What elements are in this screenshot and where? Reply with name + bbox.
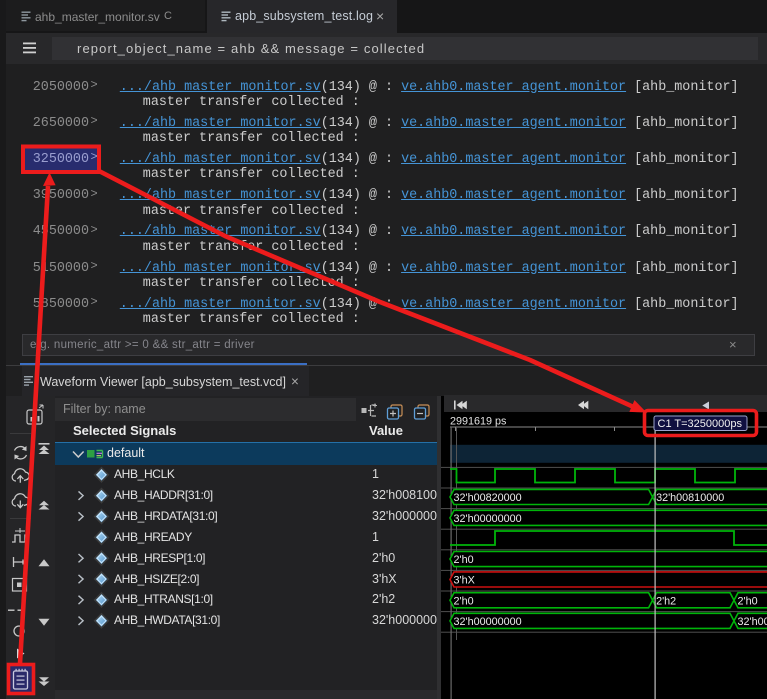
- svg-text:C1 T=3250000ps: C1 T=3250000ps: [658, 418, 743, 430]
- svg-text:32'h00810000: 32'h00810000: [656, 492, 724, 504]
- svg-text:2'h0: 2'h0: [738, 595, 758, 607]
- svg-text:32'h00: 32'h00: [738, 616, 767, 628]
- svg-text:2'h0: 2'h0: [454, 554, 474, 566]
- svg-text:32'h00000000: 32'h00000000: [454, 616, 522, 628]
- svg-text:2'h2: 2'h2: [656, 595, 676, 607]
- svg-text:3'hX: 3'hX: [454, 574, 475, 586]
- svg-text:32'h00820000: 32'h00820000: [454, 492, 522, 504]
- svg-text:32'h00000000: 32'h00000000: [454, 513, 522, 525]
- svg-text:2991619 ps: 2991619 ps: [450, 416, 507, 428]
- svg-text:2'h0: 2'h0: [454, 595, 474, 607]
